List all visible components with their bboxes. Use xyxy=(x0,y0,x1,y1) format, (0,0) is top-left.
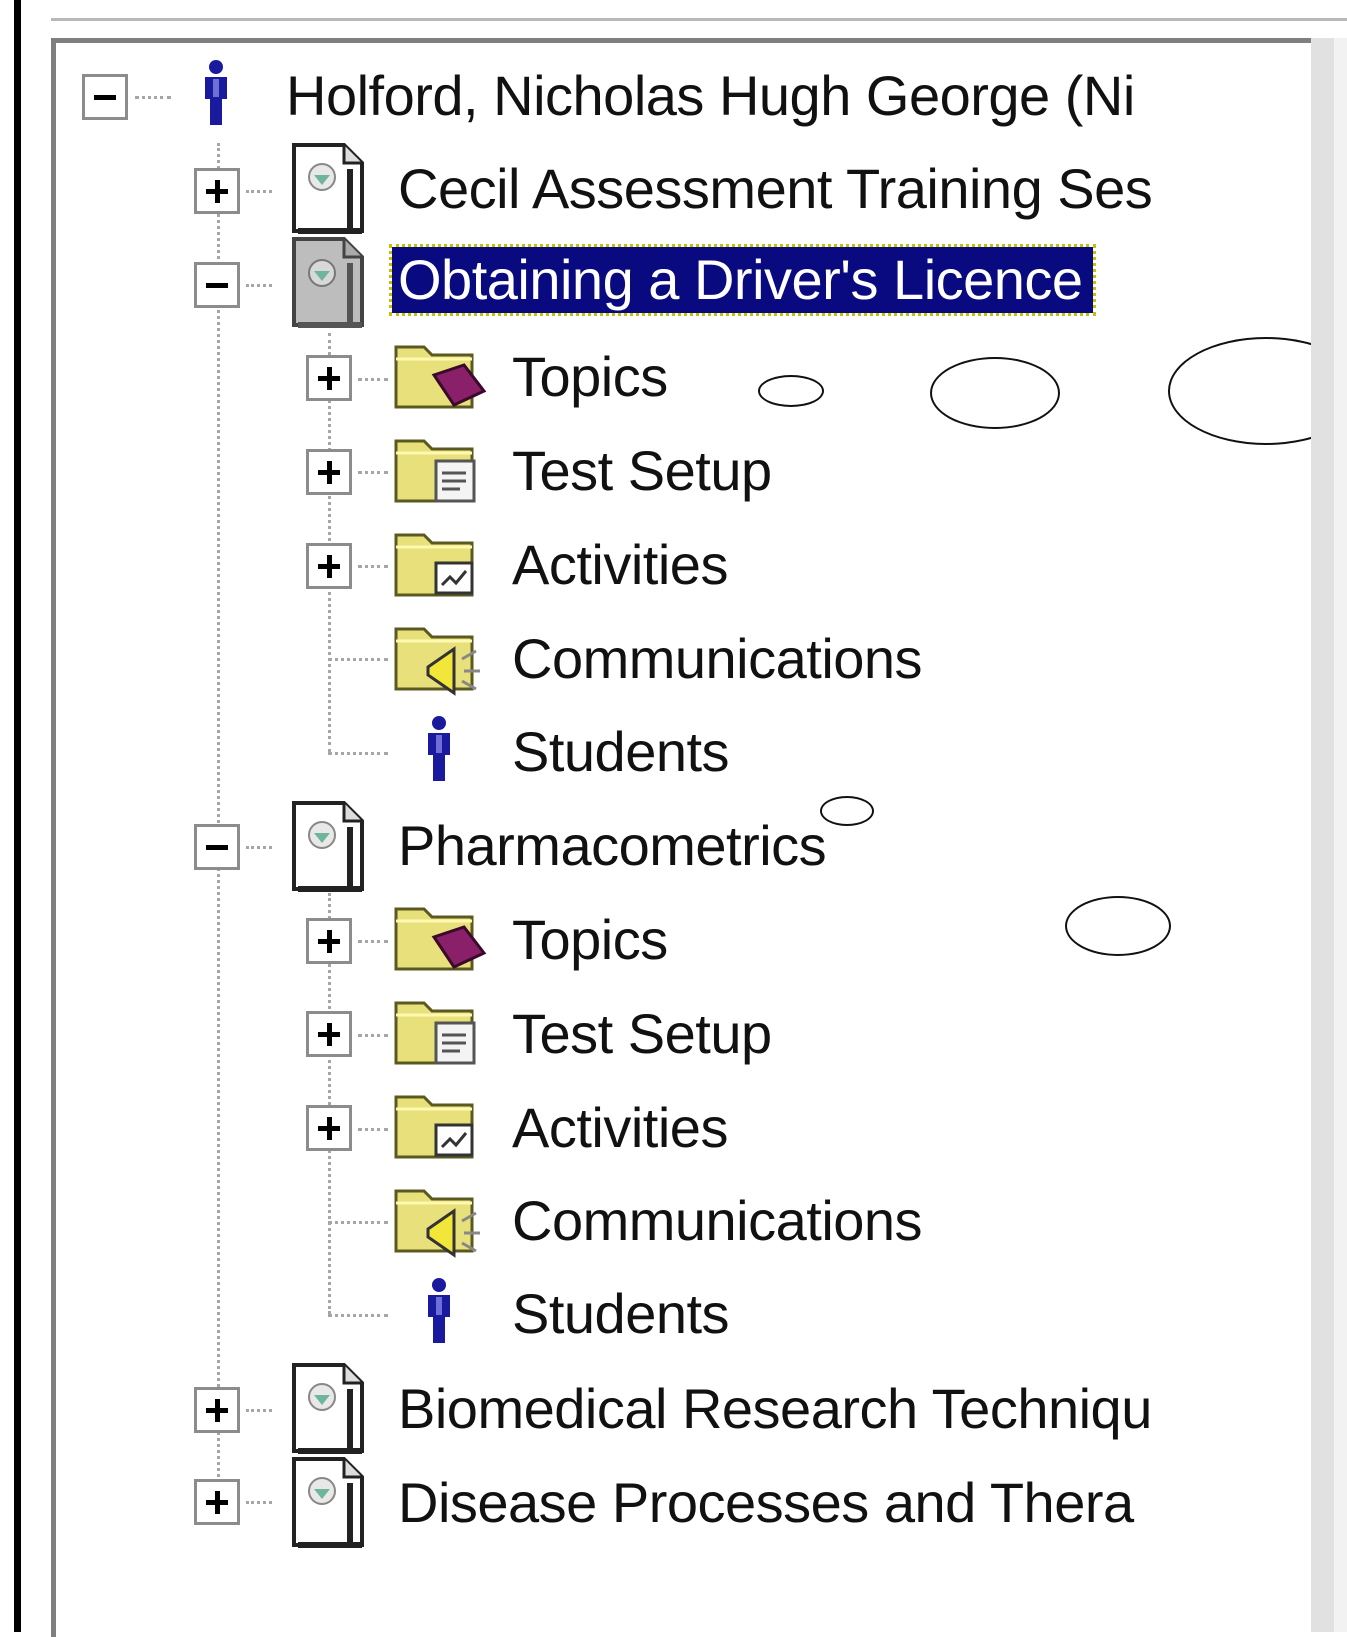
tree-branch xyxy=(358,1128,388,1131)
document-icon xyxy=(288,1453,368,1556)
course-tree-panel[interactable]: Holford, Nicholas Hugh George (Ni Cecil … xyxy=(51,38,1311,1637)
tree-branch xyxy=(246,1409,272,1412)
expand-button[interactable] xyxy=(194,1479,240,1525)
child-label[interactable]: Students xyxy=(512,1281,730,1347)
child-label[interactable]: Students xyxy=(512,719,730,785)
tree-branch xyxy=(246,284,272,287)
expand-button[interactable] xyxy=(306,543,352,589)
course-label[interactable]: Cecil Assessment Training Ses xyxy=(398,156,1153,222)
document-icon xyxy=(288,233,368,336)
tree-branch xyxy=(358,1034,388,1037)
child-label[interactable]: Communications xyxy=(512,626,923,692)
tree-branch xyxy=(246,846,272,849)
tree-branch xyxy=(358,471,388,474)
folder-book-icon xyxy=(392,895,488,980)
tree-branch xyxy=(328,658,388,661)
folder-book-icon xyxy=(392,333,488,418)
window-left-gap xyxy=(21,0,51,1632)
expand-button[interactable] xyxy=(306,355,352,401)
window-top-frame xyxy=(51,0,1347,21)
person-icon xyxy=(419,713,459,790)
person-icon xyxy=(196,57,236,134)
document-icon xyxy=(288,1359,368,1462)
child-label[interactable]: Topics xyxy=(512,907,668,973)
expand-button[interactable] xyxy=(194,1387,240,1433)
person-icon xyxy=(419,1275,459,1352)
child-label[interactable]: Communications xyxy=(512,1188,923,1254)
expand-button[interactable] xyxy=(194,168,240,214)
window-left-border xyxy=(14,0,21,1632)
tree-branch xyxy=(328,752,388,755)
annotation-oval xyxy=(930,357,1060,429)
course-label-selected[interactable]: Obtaining a Driver's Licence xyxy=(389,244,1096,316)
tree-branch xyxy=(358,565,388,568)
expand-button[interactable] xyxy=(306,1105,352,1151)
child-label[interactable]: Activities xyxy=(512,532,728,598)
folder-megaphone-icon xyxy=(392,615,488,702)
course-label[interactable]: Disease Processes and Thera xyxy=(398,1470,1134,1536)
tree-branch xyxy=(328,1221,388,1224)
child-label[interactable]: Test Setup xyxy=(512,1001,772,1067)
collapse-button[interactable] xyxy=(194,824,240,870)
child-label[interactable]: Activities xyxy=(512,1095,728,1161)
document-icon xyxy=(288,139,368,242)
collapse-button[interactable] xyxy=(194,262,240,308)
collapse-button[interactable] xyxy=(82,74,128,120)
tree-branch xyxy=(246,190,272,193)
expand-button[interactable] xyxy=(306,449,352,495)
annotation-oval xyxy=(758,375,824,407)
expand-button[interactable] xyxy=(306,1011,352,1057)
folder-chart-icon xyxy=(392,521,488,606)
tree-branch xyxy=(135,96,171,99)
annotation-oval xyxy=(820,796,874,826)
document-icon xyxy=(288,797,368,900)
expand-button[interactable] xyxy=(306,918,352,964)
folder-chart-icon xyxy=(392,1083,488,1168)
window-right-edge xyxy=(1334,38,1347,1632)
course-label[interactable]: Pharmacometrics xyxy=(398,813,827,879)
tree-branch xyxy=(328,1314,388,1317)
child-label[interactable]: Test Setup xyxy=(512,438,772,504)
annotation-oval xyxy=(1168,337,1311,445)
tree-branch xyxy=(246,1501,272,1504)
child-label[interactable]: Topics xyxy=(512,344,668,410)
folder-document-icon xyxy=(392,427,488,512)
tree-branch xyxy=(358,940,388,943)
annotation-oval xyxy=(1065,896,1171,956)
course-label[interactable]: Biomedical Research Techniqu xyxy=(398,1376,1152,1442)
tree-root-label[interactable]: Holford, Nicholas Hugh George (Ni xyxy=(286,63,1135,129)
folder-megaphone-icon xyxy=(392,1177,488,1264)
tree-branch xyxy=(358,378,388,381)
folder-document-icon xyxy=(392,989,488,1074)
